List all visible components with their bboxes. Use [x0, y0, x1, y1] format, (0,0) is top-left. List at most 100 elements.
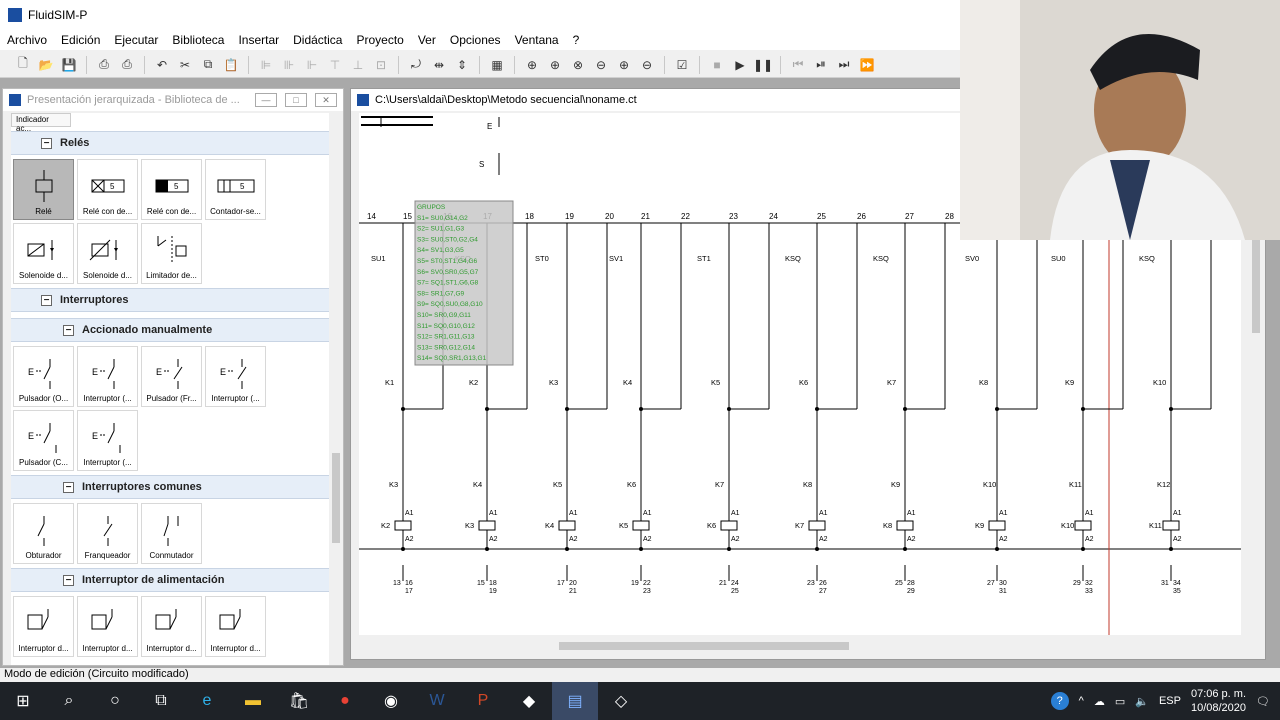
new-file-icon[interactable]: 🗋 [14, 56, 32, 74]
align-bottom-icon[interactable]: ⊡ [372, 56, 390, 74]
library-item-contador[interactable]: 5 Contador-se... [205, 159, 266, 220]
library-item-franqueador[interactable]: Franqueador [77, 503, 138, 564]
stop-icon[interactable]: ■ [708, 56, 726, 74]
fast-forward-icon[interactable]: ⏩ [858, 56, 876, 74]
library-item-limitador[interactable]: Limitador de... [141, 223, 202, 284]
print-preview-icon[interactable]: ⎙ [95, 56, 113, 74]
copy-icon[interactable]: ⧉ [199, 56, 217, 74]
menu-opciones[interactable]: Opciones [443, 33, 508, 47]
library-item-interruptor-1[interactable]: E Interruptor (... [77, 346, 138, 407]
battery-icon[interactable]: ▭ [1115, 695, 1125, 708]
zoom-in-icon[interactable]: ⊕ [615, 56, 633, 74]
collapse-icon[interactable]: − [63, 574, 74, 586]
notifications-icon[interactable]: 🗨 [1256, 695, 1270, 708]
media-app-icon[interactable]: ◉ [368, 682, 414, 720]
collapse-icon[interactable]: − [41, 294, 52, 306]
store-icon[interactable]: 🛍 [276, 682, 322, 720]
collapse-icon[interactable]: − [41, 137, 52, 149]
collapse-icon[interactable]: − [63, 324, 74, 336]
zoom-page-icon[interactable]: ⊖ [592, 56, 610, 74]
step-forward-icon[interactable]: ⏭ [835, 56, 853, 74]
zoom-window-icon[interactable]: ⊕ [546, 56, 564, 74]
mirror-v-icon[interactable]: ⇕ [453, 56, 471, 74]
library-item-interruptor-alim-1[interactable]: Interruptor d... [13, 596, 74, 657]
group-interruptores-comunes[interactable]: − Interruptores comunes [11, 475, 331, 499]
library-item-rele-conexion[interactable]: 5 Relé con de... [141, 159, 202, 220]
fluidsim-taskbar-icon[interactable]: ▤ [552, 682, 598, 720]
library-scrollbar[interactable] [329, 113, 343, 665]
mirror-h-icon[interactable]: ⇹ [430, 56, 448, 74]
library-item-pulsador-fr[interactable]: E Pulsador (Fr... [141, 346, 202, 407]
circuit-hscrollbar[interactable] [359, 639, 1241, 653]
library-item-interruptor-alim-3[interactable]: Interruptor d... [141, 596, 202, 657]
library-item-pulsador-o[interactable]: E Pulsador (O... [13, 346, 74, 407]
app-icon-2[interactable]: ◇ [598, 682, 644, 720]
search-icon[interactable]: ⌕ [46, 682, 92, 720]
reset-icon[interactable]: ⏮ [789, 56, 807, 74]
library-item-obturador[interactable]: Obturador [13, 503, 74, 564]
library-item-interruptor-2[interactable]: E Interruptor (... [205, 346, 266, 407]
menu-insertar[interactable]: Insertar [231, 33, 286, 47]
volume-icon[interactable]: 🔈 [1135, 695, 1149, 708]
align-center-icon[interactable]: ⊪ [280, 56, 298, 74]
group-accionado-manualmente[interactable]: − Accionado manualmente [11, 318, 331, 342]
open-folder-icon[interactable]: 📂 [37, 56, 55, 74]
save-icon[interactable]: 💾 [60, 56, 78, 74]
zoom-out-icon[interactable]: ⊖ [638, 56, 656, 74]
close-icon[interactable]: ✕ [315, 93, 337, 107]
step-icon[interactable]: ⏯ [812, 56, 830, 74]
library-item-conmutador[interactable]: Conmutador [141, 503, 202, 564]
rotate-icon[interactable]: ⤾ [407, 56, 425, 74]
minimize-icon[interactable]: — [255, 93, 277, 107]
menu-ejecutar[interactable]: Ejecutar [107, 33, 165, 47]
group-reles[interactable]: − Relés [11, 131, 331, 155]
edge-icon[interactable]: e [184, 682, 230, 720]
menu-proyecto[interactable]: Proyecto [349, 33, 410, 47]
cut-icon[interactable]: ✂ [176, 56, 194, 74]
group-interruptores[interactable]: − Interruptores [11, 288, 331, 312]
library-item-interruptor-alim-4[interactable]: Interruptor d... [205, 596, 266, 657]
library-item-solenoide-1[interactable]: Solenoide d... [13, 223, 74, 284]
menu-ventana[interactable]: Ventana [508, 33, 566, 47]
app-icon[interactable]: ◆ [506, 682, 552, 720]
chrome-icon[interactable]: ● [322, 682, 368, 720]
play-icon[interactable]: ▶ [731, 56, 749, 74]
align-middle-icon[interactable]: ⊥ [349, 56, 367, 74]
paste-icon[interactable]: 📋 [222, 56, 240, 74]
group-interruptor-alimentacion[interactable]: − Interruptor de alimentación [11, 568, 331, 592]
cortana-icon[interactable]: ○ [92, 682, 138, 720]
powerpoint-icon[interactable]: P [460, 682, 506, 720]
windows-start-icon[interactable]: ⊞ [0, 682, 46, 720]
menu-edicion[interactable]: Edición [54, 33, 107, 47]
library-item-solenoide-2[interactable]: Solenoide d... [77, 223, 138, 284]
zoom-fit-icon[interactable]: ⊕ [523, 56, 541, 74]
menu-help[interactable]: ? [566, 33, 587, 47]
pause-icon[interactable]: ❚❚ [753, 56, 773, 74]
library-item-indicador[interactable]: Indicador ac... [11, 113, 71, 133]
library-item-interruptor-alim-2[interactable]: Interruptor d... [77, 596, 138, 657]
file-explorer-icon[interactable]: ▬ [230, 682, 276, 720]
library-item-rele-desconexion[interactable]: 5 Relé con de... [77, 159, 138, 220]
word-icon[interactable]: W [414, 682, 460, 720]
maximize-icon[interactable]: □ [285, 93, 307, 107]
zoom-select-icon[interactable]: ⊗ [569, 56, 587, 74]
library-item-interruptor-3[interactable]: E Interruptor (... [77, 410, 138, 471]
check-drawing-icon[interactable]: ☑ [673, 56, 691, 74]
print-icon[interactable]: ⎙ [118, 56, 136, 74]
cloud-icon[interactable]: ☁ [1094, 695, 1105, 708]
library-item-rele[interactable]: Relé [13, 159, 74, 220]
undo-icon[interactable]: ↶ [153, 56, 171, 74]
align-left-icon[interactable]: ⊫ [257, 56, 275, 74]
library-item-pulsador-c[interactable]: E Pulsador (C... [13, 410, 74, 471]
menu-biblioteca[interactable]: Biblioteca [165, 33, 231, 47]
chevron-up-icon[interactable]: ^ [1079, 695, 1084, 707]
clock[interactable]: 07:06 p. m. 10/08/2020 [1191, 687, 1246, 715]
grid-icon[interactable]: ▦ [488, 56, 506, 74]
help-icon[interactable]: ? [1050, 692, 1069, 710]
align-right-icon[interactable]: ⊩ [303, 56, 321, 74]
collapse-icon[interactable]: − [63, 481, 74, 493]
menu-didactica[interactable]: Didáctica [286, 33, 349, 47]
menu-archivo[interactable]: Archivo [0, 33, 54, 47]
language-indicator[interactable]: ESP [1159, 695, 1181, 707]
align-top-icon[interactable]: ⊤ [326, 56, 344, 74]
